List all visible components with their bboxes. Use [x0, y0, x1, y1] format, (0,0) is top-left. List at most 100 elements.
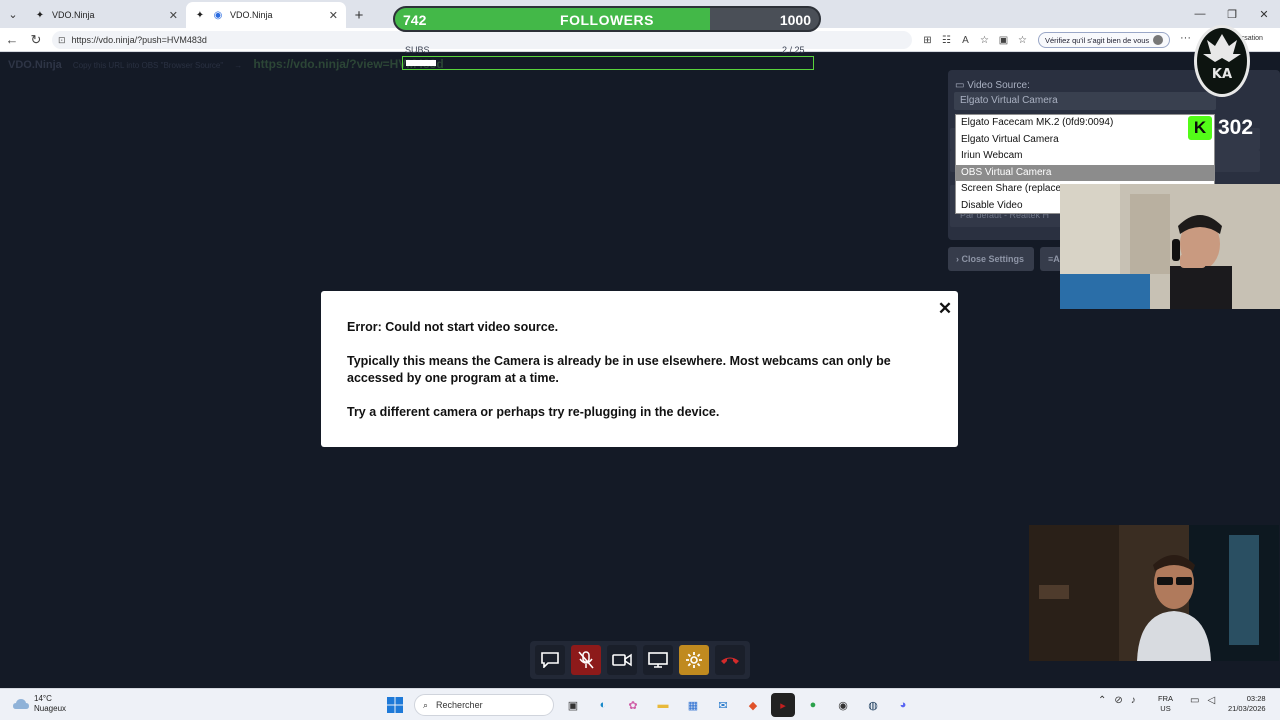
kick-logo-icon: K: [1188, 116, 1212, 140]
mute-mic-button[interactable]: [571, 645, 601, 675]
file-explorer-icon[interactable]: ▬: [651, 693, 675, 717]
refresh-button[interactable]: ↻: [24, 28, 48, 52]
video-source-select[interactable]: Elgato Virtual Camera: [954, 92, 1216, 110]
toolbar-icons: ⊞ ☷ A ☆ ▣ ☆: [918, 28, 1032, 52]
amd-software-icon[interactable]: ▸: [771, 693, 795, 717]
search-icon: ⌕: [423, 699, 429, 710]
hangup-button[interactable]: [715, 645, 745, 675]
tab-list-chevron-icon[interactable]: ⌄: [0, 0, 26, 28]
translate-icon[interactable]: ⊞: [918, 35, 937, 46]
weather-widget[interactable]: 14°C Nuageux: [12, 694, 66, 714]
settings-button[interactable]: [679, 645, 709, 675]
clock[interactable]: 03:28 21/03/2026: [1228, 694, 1266, 714]
url-text: https://vdo.ninja/?push=HVM483d: [71, 35, 207, 45]
arrow-right-icon: →: [234, 61, 243, 70]
extension-icon[interactable]: ▣: [994, 35, 1013, 46]
language-indicator[interactable]: FRA US: [1158, 694, 1173, 714]
reader-icon[interactable]: ☷: [937, 35, 956, 46]
new-tab-button[interactable]: +: [346, 2, 372, 28]
task-view-icon[interactable]: ▣: [561, 693, 585, 717]
screen-share-button[interactable]: [643, 645, 673, 675]
close-icon[interactable]: ✕: [329, 9, 338, 22]
chrome-icon[interactable]: ●: [801, 693, 825, 717]
close-settings-button[interactable]: › Close Settings: [948, 247, 1034, 271]
search-placeholder: Rechercher: [436, 700, 483, 710]
window-controls: — ❐ ✕: [1184, 0, 1280, 28]
svg-text:KA: KA: [1212, 67, 1232, 82]
dropdown-option[interactable]: Elgato Virtual Camera: [956, 132, 1214, 149]
steam-icon[interactable]: ◍: [861, 693, 885, 717]
highlight-box: [402, 56, 814, 70]
time: 03:28: [1246, 694, 1266, 703]
gear-icon: [686, 652, 702, 668]
subs-count: 2 / 25: [782, 45, 805, 55]
microsoft-store-icon[interactable]: ▦: [681, 693, 705, 717]
copilot-icon[interactable]: ✿: [621, 693, 645, 717]
maximize-button[interactable]: ❐: [1216, 0, 1248, 28]
tab-vdo-ninja-2[interactable]: ✦ ◉ VDO.Ninja ✕: [186, 2, 346, 28]
channel-logo: KA: [1194, 25, 1250, 97]
followers-goal: 1000: [779, 12, 811, 28]
error-title: Error: Could not start video source.: [347, 320, 559, 334]
followers-label: FOLLOWERS: [560, 12, 654, 28]
obs-studio-icon[interactable]: ◉: [831, 693, 855, 717]
close-window-button[interactable]: ✕: [1248, 0, 1280, 28]
tab-title: VDO.Ninja: [230, 10, 273, 20]
kick-follower-badge: K 302: [1188, 113, 1268, 143]
brand-title: VDO.Ninja: [8, 59, 62, 71]
chevron-up-icon[interactable]: ⌃: [1098, 695, 1106, 706]
followers-goal-bar: 742 FOLLOWERS 1000: [393, 6, 821, 32]
video-camera-icon: [612, 653, 632, 667]
favorite-star-icon[interactable]: ☆: [975, 35, 994, 46]
kick-count: 302: [1218, 116, 1254, 139]
windows-taskbar: 14°C Nuageux ⌕ Rechercher ▣ ◐ ✿ ▬ ▦ ✉ ◆ …: [0, 688, 1280, 720]
webcam-overlay-top: [1060, 184, 1280, 309]
minimize-button[interactable]: —: [1184, 0, 1216, 28]
display-icon[interactable]: ▭: [1190, 695, 1199, 706]
network-off-icon[interactable]: ⊘: [1114, 695, 1122, 706]
close-icon[interactable]: ✕: [169, 9, 178, 22]
page-header: VDO.Ninja Copy this URL into OBS "Browse…: [8, 57, 444, 71]
dropdown-option-highlighted[interactable]: OBS Virtual Camera: [956, 164, 1214, 182]
site-info-icon[interactable]: ⊡: [58, 35, 66, 46]
phone-hangup-icon: [721, 657, 739, 664]
header-note: Copy this URL into OBS "Browser Source": [72, 61, 224, 70]
webcam-overlay-bottom: [1029, 525, 1279, 661]
discord-icon[interactable]: ◕: [891, 693, 915, 717]
favorites-icon[interactable]: ☆: [1013, 35, 1032, 46]
system-tray: ⌃ ⊘ ♪: [1094, 695, 1140, 706]
edge-browser-icon[interactable]: ◐: [591, 693, 615, 717]
ninja-star-icon: ✦: [195, 9, 205, 21]
taskbar-search[interactable]: ⌕ Rechercher: [414, 694, 554, 716]
microphone-icon[interactable]: ♪: [1131, 695, 1136, 706]
weather-condition: Nuageux: [34, 704, 67, 713]
chat-icon: [541, 652, 559, 668]
dropdown-option[interactable]: Iriun Webcam: [956, 148, 1214, 165]
error-hint: Try a different camera or perhaps try re…: [347, 405, 720, 419]
tab-vdo-ninja-1[interactable]: ✦ VDO.Ninja ✕: [26, 2, 186, 28]
recording-dot-icon: ◉: [213, 9, 223, 21]
back-button[interactable]: ←: [0, 28, 24, 52]
taskbar-apps: ⌕ Rechercher ▣ ◐ ✿ ▬ ▦ ✉ ◆ ▸ ● ◉ ◍ ◕: [380, 693, 918, 717]
date: 21/03/2026: [1228, 704, 1266, 713]
brave-browser-icon[interactable]: ◆: [741, 693, 765, 717]
camera-button[interactable]: [607, 645, 637, 675]
error-dialog: ✕ Error: Could not start video source. T…: [321, 291, 958, 447]
outlook-icon[interactable]: ✉: [711, 693, 735, 717]
temperature: 14°C: [34, 694, 52, 703]
verify-label: Vérifiez qu'il s'agit bien de vous: [1045, 35, 1150, 45]
volume-icon[interactable]: ◁: [1207, 695, 1215, 706]
read-aloud-icon[interactable]: A: [956, 35, 975, 46]
mic-off-icon: [578, 651, 594, 669]
avatar: [1153, 35, 1164, 45]
profile-verify-button[interactable]: Vérifiez qu'il s'agit bien de vous: [1038, 32, 1171, 48]
chat-button[interactable]: [535, 645, 565, 675]
monitor-icon: [648, 652, 668, 668]
dropdown-option[interactable]: Elgato Facecam MK.2 (0fd9:0094): [956, 115, 1214, 132]
cloud-icon: [13, 699, 29, 709]
tab-title: VDO.Ninja: [52, 10, 95, 20]
menu-dots-icon[interactable]: ···: [1180, 32, 1191, 44]
close-icon[interactable]: ✕: [936, 299, 954, 319]
windows-logo-icon: [387, 697, 403, 713]
start-button[interactable]: [383, 693, 407, 717]
